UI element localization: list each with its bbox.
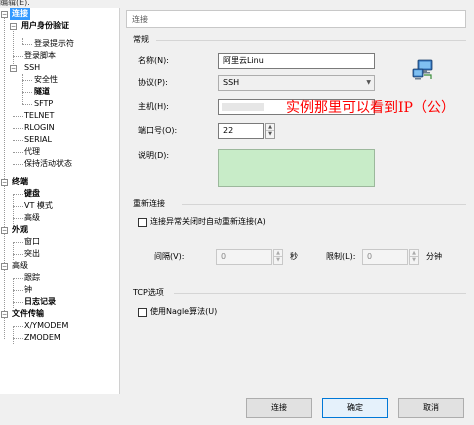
port-label: 端口号(O): xyxy=(138,126,178,135)
interval-input[interactable]: 0 xyxy=(216,249,272,265)
nagle-label[interactable]: 使用Nagle算法(U) xyxy=(150,307,217,317)
protocol-select-value: SSH xyxy=(223,78,240,87)
limit-label: 限制(L): xyxy=(326,252,356,261)
tree-item-ssh[interactable]: SSH xyxy=(24,62,40,74)
section-divider xyxy=(156,40,466,41)
section-divider xyxy=(182,204,466,205)
collapse-toggle-icon[interactable]: − xyxy=(1,263,8,270)
port-input-value: 22 xyxy=(223,126,234,135)
tree-item-login-prompt[interactable]: 登录提示符 xyxy=(34,38,74,50)
spin-up-icon[interactable]: ▲ xyxy=(410,250,418,257)
tree-item-sftp[interactable]: SFTP xyxy=(34,98,53,110)
tree-item-connection[interactable]: 连接 xyxy=(10,8,30,20)
tree-item-advanced[interactable]: 高级 xyxy=(12,260,28,272)
tree-item-telnet[interactable]: TELNET xyxy=(24,110,54,122)
tree-item-proxy[interactable]: 代理 xyxy=(24,146,40,158)
cancel-button[interactable]: 取消 xyxy=(398,398,464,418)
tree-item-zmodem[interactable]: ZMODEM xyxy=(24,332,61,344)
name-input[interactable]: 阿里云Linu xyxy=(218,53,375,69)
tree-item-file-transfer[interactable]: 文件传输 xyxy=(12,308,44,320)
limit-input-value: 0 xyxy=(367,252,373,261)
tree-connector xyxy=(13,278,14,308)
tree-item-logging[interactable]: 日志记录 xyxy=(24,296,56,308)
menu-edit-label[interactable]: 编辑(E). xyxy=(0,0,30,8)
tree-connector xyxy=(13,242,14,260)
tree-item-terminal[interactable]: 终端 xyxy=(12,176,28,188)
description-label: 说明(D): xyxy=(138,151,170,160)
annotation-text: 实例那里可以看到IP（公） xyxy=(286,100,455,116)
tree-item-keepalive[interactable]: 保持活动状态 xyxy=(24,158,72,170)
tree-item-window[interactable]: 窗口 xyxy=(24,236,40,248)
tree-item-security[interactable]: 安全性 xyxy=(34,74,58,86)
interval-unit: 秒 xyxy=(290,252,298,261)
tree-item-xymodem[interactable]: X/YMODEM xyxy=(24,320,68,332)
tree-connector xyxy=(13,326,14,344)
limit-unit: 分钟 xyxy=(426,252,442,261)
spin-up-icon[interactable]: ▲ xyxy=(266,124,274,131)
tree-item-bell[interactable]: 钟 xyxy=(24,284,32,296)
category-tree[interactable]: − 连接 − 用户身份验证 登录提示符 登录脚本 − SSH 安全性 隧道 SF… xyxy=(0,8,120,394)
tree-item-appearance[interactable]: 外观 xyxy=(12,224,28,236)
interval-input-value: 0 xyxy=(221,252,227,261)
interval-label: 间隔(V): xyxy=(154,252,185,261)
spin-up-icon[interactable]: ▲ xyxy=(274,250,282,257)
collapse-toggle-icon[interactable]: − xyxy=(1,227,8,234)
tree-item-tunnels[interactable]: 隧道 xyxy=(34,86,50,98)
tree-connector xyxy=(13,194,14,224)
tree-item-vt-mode[interactable]: VT 模式 xyxy=(24,200,53,212)
port-spinner[interactable]: ▲ ▼ xyxy=(265,123,275,139)
auto-reconnect-checkbox[interactable] xyxy=(138,218,147,227)
description-textarea[interactable] xyxy=(218,149,375,187)
spin-down-icon[interactable]: ▼ xyxy=(410,257,418,264)
chevron-down-icon: ▼ xyxy=(366,79,371,86)
redacted-host-mask xyxy=(222,103,264,111)
name-label: 名称(N): xyxy=(138,56,169,65)
tree-item-rlogin[interactable]: RLOGIN xyxy=(24,122,55,134)
network-computers-icon xyxy=(412,58,436,82)
tree-connector xyxy=(4,14,5,339)
panel-title: 连接 xyxy=(132,15,148,24)
interval-spinner[interactable]: ▲ ▼ xyxy=(273,249,283,265)
auto-reconnect-label[interactable]: 连接异常关闭时自动重新连接(A) xyxy=(150,217,266,227)
dialog-button-bar: 连接 确定 取消 xyxy=(0,394,474,425)
tree-item-user-auth[interactable]: 用户身份验证 xyxy=(21,20,69,32)
connection-settings-panel: 连接 常规 名称(N): 阿里云Linu 协议(P): SSH ▼ 主机(H):… xyxy=(126,8,474,394)
spin-down-icon[interactable]: ▼ xyxy=(274,257,282,264)
limit-input[interactable]: 0 xyxy=(362,249,408,265)
reconnect-section-title: 重新连接 xyxy=(133,199,165,208)
ok-button[interactable]: 确定 xyxy=(322,398,388,418)
tree-connector xyxy=(13,26,14,66)
tree-item-login-script[interactable]: 登录脚本 xyxy=(24,50,56,62)
protocol-label: 协议(P): xyxy=(138,78,168,87)
tree-item-keyboard[interactable]: 键盘 xyxy=(24,188,40,200)
collapse-toggle-icon[interactable]: − xyxy=(1,311,8,318)
protocol-select[interactable]: SSH ▼ xyxy=(218,75,375,91)
section-divider xyxy=(174,293,466,294)
tree-connector xyxy=(22,74,23,104)
port-input[interactable]: 22 xyxy=(218,123,264,139)
spin-down-icon[interactable]: ▼ xyxy=(266,131,274,138)
collapse-toggle-icon[interactable]: − xyxy=(10,65,17,72)
name-input-value: 阿里云Linu xyxy=(223,56,264,65)
menu-bar-fragment: 编辑(E). xyxy=(0,0,474,8)
collapse-toggle-icon[interactable]: − xyxy=(10,23,17,30)
tree-item-terminal-advanced[interactable]: 高级 xyxy=(24,212,40,224)
collapse-toggle-icon[interactable]: − xyxy=(1,11,8,18)
tree-item-highlight[interactable]: 突出 xyxy=(24,248,40,260)
tree-item-serial[interactable]: SERIAL xyxy=(24,134,52,146)
panel-title-box: 连接 xyxy=(126,10,466,28)
collapse-toggle-icon[interactable]: − xyxy=(1,179,8,186)
tcp-section-title: TCP选项 xyxy=(133,288,164,297)
connect-button[interactable]: 连接 xyxy=(246,398,312,418)
general-section-title: 常规 xyxy=(133,35,149,44)
nagle-checkbox[interactable] xyxy=(138,308,147,317)
limit-spinner[interactable]: ▲ ▼ xyxy=(409,249,419,265)
host-label: 主机(H): xyxy=(138,102,169,111)
tree-item-trace[interactable]: 跟踪 xyxy=(24,272,40,284)
